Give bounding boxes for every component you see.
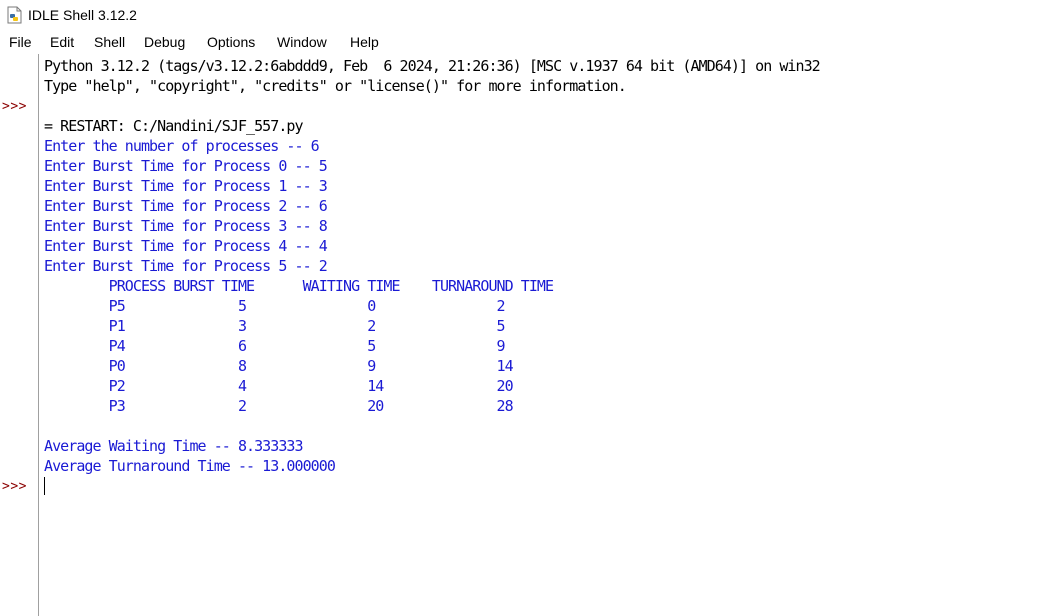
idle-shell-window: IDLE Shell 3.12.2 File Edit Shell Debug …	[0, 0, 1042, 616]
restart-line: = RESTART: C:/Nandini/SJF_557.py	[44, 117, 304, 135]
shell-prompt: >>>	[2, 479, 27, 494]
menu-options[interactable]: Options	[207, 33, 255, 51]
output-line: Enter the number of processes -- 6	[44, 137, 320, 155]
window-title: IDLE Shell 3.12.2	[28, 7, 137, 23]
table-row: P0 8 9 14	[44, 357, 514, 375]
banner-line: Type "help", "copyright", "credits" or "…	[44, 77, 627, 95]
menu-shell[interactable]: Shell	[94, 33, 125, 51]
python-file-icon	[7, 6, 23, 24]
output-line: Enter Burst Time for Process 0 -- 5	[44, 157, 328, 175]
table-row: P3 2 20 28	[44, 397, 514, 415]
prompt-gutter: >>> >>>	[0, 54, 39, 616]
menu-window[interactable]: Window	[277, 33, 327, 51]
shell-text-area[interactable]: Python 3.12.2 (tags/v3.12.2:6abddd9, Feb…	[39, 54, 1042, 616]
menu-debug[interactable]: Debug	[144, 33, 185, 51]
table-header: PROCESS BURST TIME WAITING TIME TURNAROU…	[44, 277, 554, 295]
output-line: Enter Burst Time for Process 4 -- 4	[44, 237, 328, 255]
average-waiting-line: Average Waiting Time -- 8.333333	[44, 437, 304, 455]
shell-prompt: >>>	[2, 99, 27, 114]
text-cursor	[44, 477, 45, 495]
menu-file[interactable]: File	[9, 33, 32, 51]
menu-bar: File Edit Shell Debug Options Window Hel…	[0, 30, 1042, 54]
output-line: Enter Burst Time for Process 1 -- 3	[44, 177, 328, 195]
table-row: P4 6 5 9	[44, 337, 506, 355]
table-row: P2 4 14 20	[44, 377, 514, 395]
table-row: P5 5 0 2	[44, 297, 506, 315]
output-line: Enter Burst Time for Process 5 -- 2	[44, 257, 328, 275]
table-row: P1 3 2 5	[44, 317, 506, 335]
banner-line: Python 3.12.2 (tags/v3.12.2:6abddd9, Feb…	[44, 57, 821, 75]
title-bar: IDLE Shell 3.12.2	[0, 0, 1042, 30]
menu-edit[interactable]: Edit	[50, 33, 74, 51]
average-turnaround-line: Average Turnaround Time -- 13.000000	[44, 457, 336, 475]
output-line: Enter Burst Time for Process 2 -- 6	[44, 197, 328, 215]
output-line: Enter Burst Time for Process 3 -- 8	[44, 217, 328, 235]
menu-help[interactable]: Help	[350, 33, 379, 51]
